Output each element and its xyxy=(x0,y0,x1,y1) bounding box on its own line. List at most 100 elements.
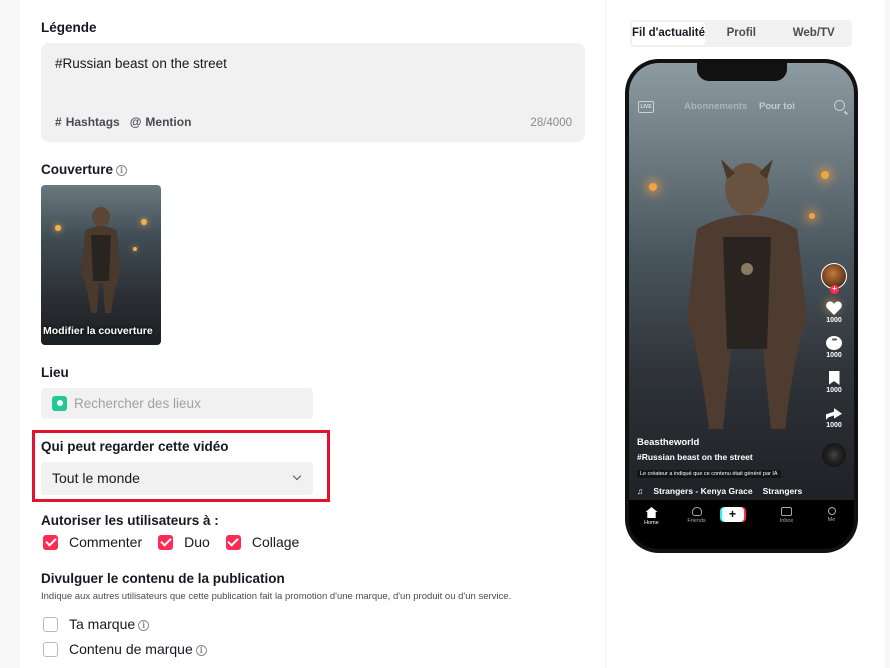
save-count: 1000 xyxy=(826,387,842,394)
caption-tools: # Hashtags @ Mention xyxy=(55,115,191,129)
your-brand-label-row: Ta marque i xyxy=(69,616,150,632)
at-icon: @ xyxy=(129,115,142,129)
phone-preview: LIVE Abonnements Pour toi + 1000 1000 xyxy=(625,59,858,553)
branded-content-label: Contenu de marque xyxy=(69,641,193,657)
comment-action[interactable]: 1000 xyxy=(820,336,848,359)
follow-plus-icon[interactable]: + xyxy=(830,285,839,294)
your-brand-option[interactable]: Ta marque i xyxy=(43,616,150,632)
location-search-input[interactable]: Rechercher des lieux xyxy=(41,388,313,419)
allow-stitch[interactable]: Collage xyxy=(225,534,300,550)
nav-friends[interactable]: Friends xyxy=(677,507,717,524)
cover-thumbnail[interactable]: Modifier la couverture xyxy=(41,185,161,345)
caption-title: Légende xyxy=(41,20,97,35)
disclose-description: Indique aux autres utilisateurs que cett… xyxy=(41,591,512,602)
hashtags-button[interactable]: # Hashtags xyxy=(55,115,120,129)
hashtags-label: Hashtags xyxy=(65,115,120,129)
side-actions: + 1000 1000 1000 1000 xyxy=(820,263,848,467)
comment-icon xyxy=(826,336,842,350)
save-action[interactable]: 1000 xyxy=(820,371,848,394)
nav-home[interactable]: Home xyxy=(632,507,672,526)
stitch-label: Collage xyxy=(251,534,300,550)
friends-icon xyxy=(691,507,702,516)
phone-notch xyxy=(697,63,787,81)
mention-button[interactable]: @ Mention xyxy=(130,115,192,129)
music-track: Strangers - Kenya Grace xyxy=(653,486,753,496)
ai-generated-notice: Le créateur a indiqué que ce contenu éta… xyxy=(637,470,781,478)
allow-comment[interactable]: Commenter xyxy=(43,534,142,550)
preview-panel: Fil d'actualité Profil Web/TV LIVE Abonn… xyxy=(605,0,885,668)
allow-duet[interactable]: Duo xyxy=(158,534,210,550)
create-plus-icon: + xyxy=(721,507,744,522)
your-brand-checkbox[interactable] xyxy=(43,616,58,632)
bottom-nav: Home Friends + Inbox Me xyxy=(629,500,854,549)
chevron-down-icon xyxy=(292,471,302,481)
location-pin-icon xyxy=(52,396,67,411)
search-icon[interactable] xyxy=(834,100,845,111)
phone-screen: LIVE Abonnements Pour toi + 1000 1000 xyxy=(629,63,854,549)
duet-checkbox[interactable] xyxy=(158,534,174,550)
info-icon[interactable]: i xyxy=(195,644,207,656)
nav-following[interactable]: Abonnements xyxy=(684,101,747,112)
location-placeholder: Rechercher des lieux xyxy=(74,396,201,411)
branded-content-label-row: Contenu de marque i xyxy=(69,641,207,657)
tab-web-tv[interactable]: Web/TV xyxy=(778,22,850,45)
tab-feed[interactable]: Fil d'actualité xyxy=(632,22,706,45)
heart-icon xyxy=(826,301,842,315)
location-title: Lieu xyxy=(41,365,69,380)
comment-checkbox[interactable] xyxy=(43,534,58,550)
privacy-title: Qui peut regarder cette vidéo xyxy=(41,439,229,454)
bookmark-icon xyxy=(828,371,840,385)
home-icon xyxy=(645,507,658,518)
cover-title: Couverture xyxy=(41,162,114,177)
allow-options: Commenter Duo Collage xyxy=(43,534,315,550)
beast-figure xyxy=(687,159,807,429)
nav-home-label: Home xyxy=(644,520,659,526)
music-disc-icon[interactable] xyxy=(822,443,846,467)
avatar[interactable]: + xyxy=(821,263,847,294)
privacy-dropdown[interactable]: Tout le monde xyxy=(41,462,313,495)
street-light xyxy=(133,247,137,251)
info-icon[interactable]: i xyxy=(116,164,128,176)
nav-create[interactable]: + xyxy=(721,507,762,522)
nav-inbox-label: Inbox xyxy=(779,518,794,524)
video-username[interactable]: Beastheworld xyxy=(637,437,817,448)
share-icon xyxy=(826,408,842,420)
post-settings-panel: Légende #Russian beast on the street # H… xyxy=(20,0,605,668)
music-row[interactable]: ♫ Strangers - Kenya Grace Strangers xyxy=(637,486,817,496)
hashtag-icon: # xyxy=(55,115,62,129)
allow-title: Autoriser les utilisateurs à : xyxy=(41,513,219,528)
share-count: 1000 xyxy=(826,422,842,429)
street-light xyxy=(55,225,61,231)
video-caption: #Russian beast on the street xyxy=(637,452,753,462)
caption-input[interactable]: #Russian beast on the street # Hashtags … xyxy=(41,43,585,142)
edit-cover-label[interactable]: Modifier la couverture xyxy=(43,325,153,337)
like-count: 1000 xyxy=(826,317,842,324)
privacy-value: Tout le monde xyxy=(52,470,140,486)
comment-count: 1000 xyxy=(826,352,842,359)
nav-me[interactable]: Me xyxy=(812,507,852,523)
disclose-title: Divulguer le contenu de la publication xyxy=(41,571,285,586)
stitch-checkbox[interactable] xyxy=(225,534,241,550)
video-info: Beastheworld #Russian beast on the stree… xyxy=(637,437,817,496)
nav-for-you[interactable]: Pour toi xyxy=(759,101,795,112)
nav-friends-label: Friends xyxy=(687,518,706,524)
caption-text[interactable]: #Russian beast on the street xyxy=(55,56,227,71)
caption-char-count: 28/4000 xyxy=(530,117,572,129)
music-track-repeat: Strangers xyxy=(762,486,803,496)
duet-label: Duo xyxy=(184,534,210,550)
cover-title-row: Couverture i xyxy=(41,162,128,177)
tab-profile[interactable]: Profil xyxy=(705,22,777,45)
nav-me-label: Me xyxy=(827,517,836,523)
mention-label: Mention xyxy=(145,115,192,129)
nav-inbox[interactable]: Inbox xyxy=(767,507,807,524)
branded-content-option[interactable]: Contenu de marque i xyxy=(43,641,207,657)
like-action[interactable]: 1000 xyxy=(820,301,848,324)
branded-content-checkbox[interactable] xyxy=(43,641,58,657)
your-brand-label: Ta marque xyxy=(69,616,136,632)
street-light xyxy=(649,183,657,191)
live-icon[interactable]: LIVE xyxy=(638,101,654,113)
share-action[interactable]: 1000 xyxy=(820,406,848,429)
inbox-icon xyxy=(781,507,792,516)
street-light xyxy=(141,219,147,225)
info-icon[interactable]: i xyxy=(138,619,150,631)
